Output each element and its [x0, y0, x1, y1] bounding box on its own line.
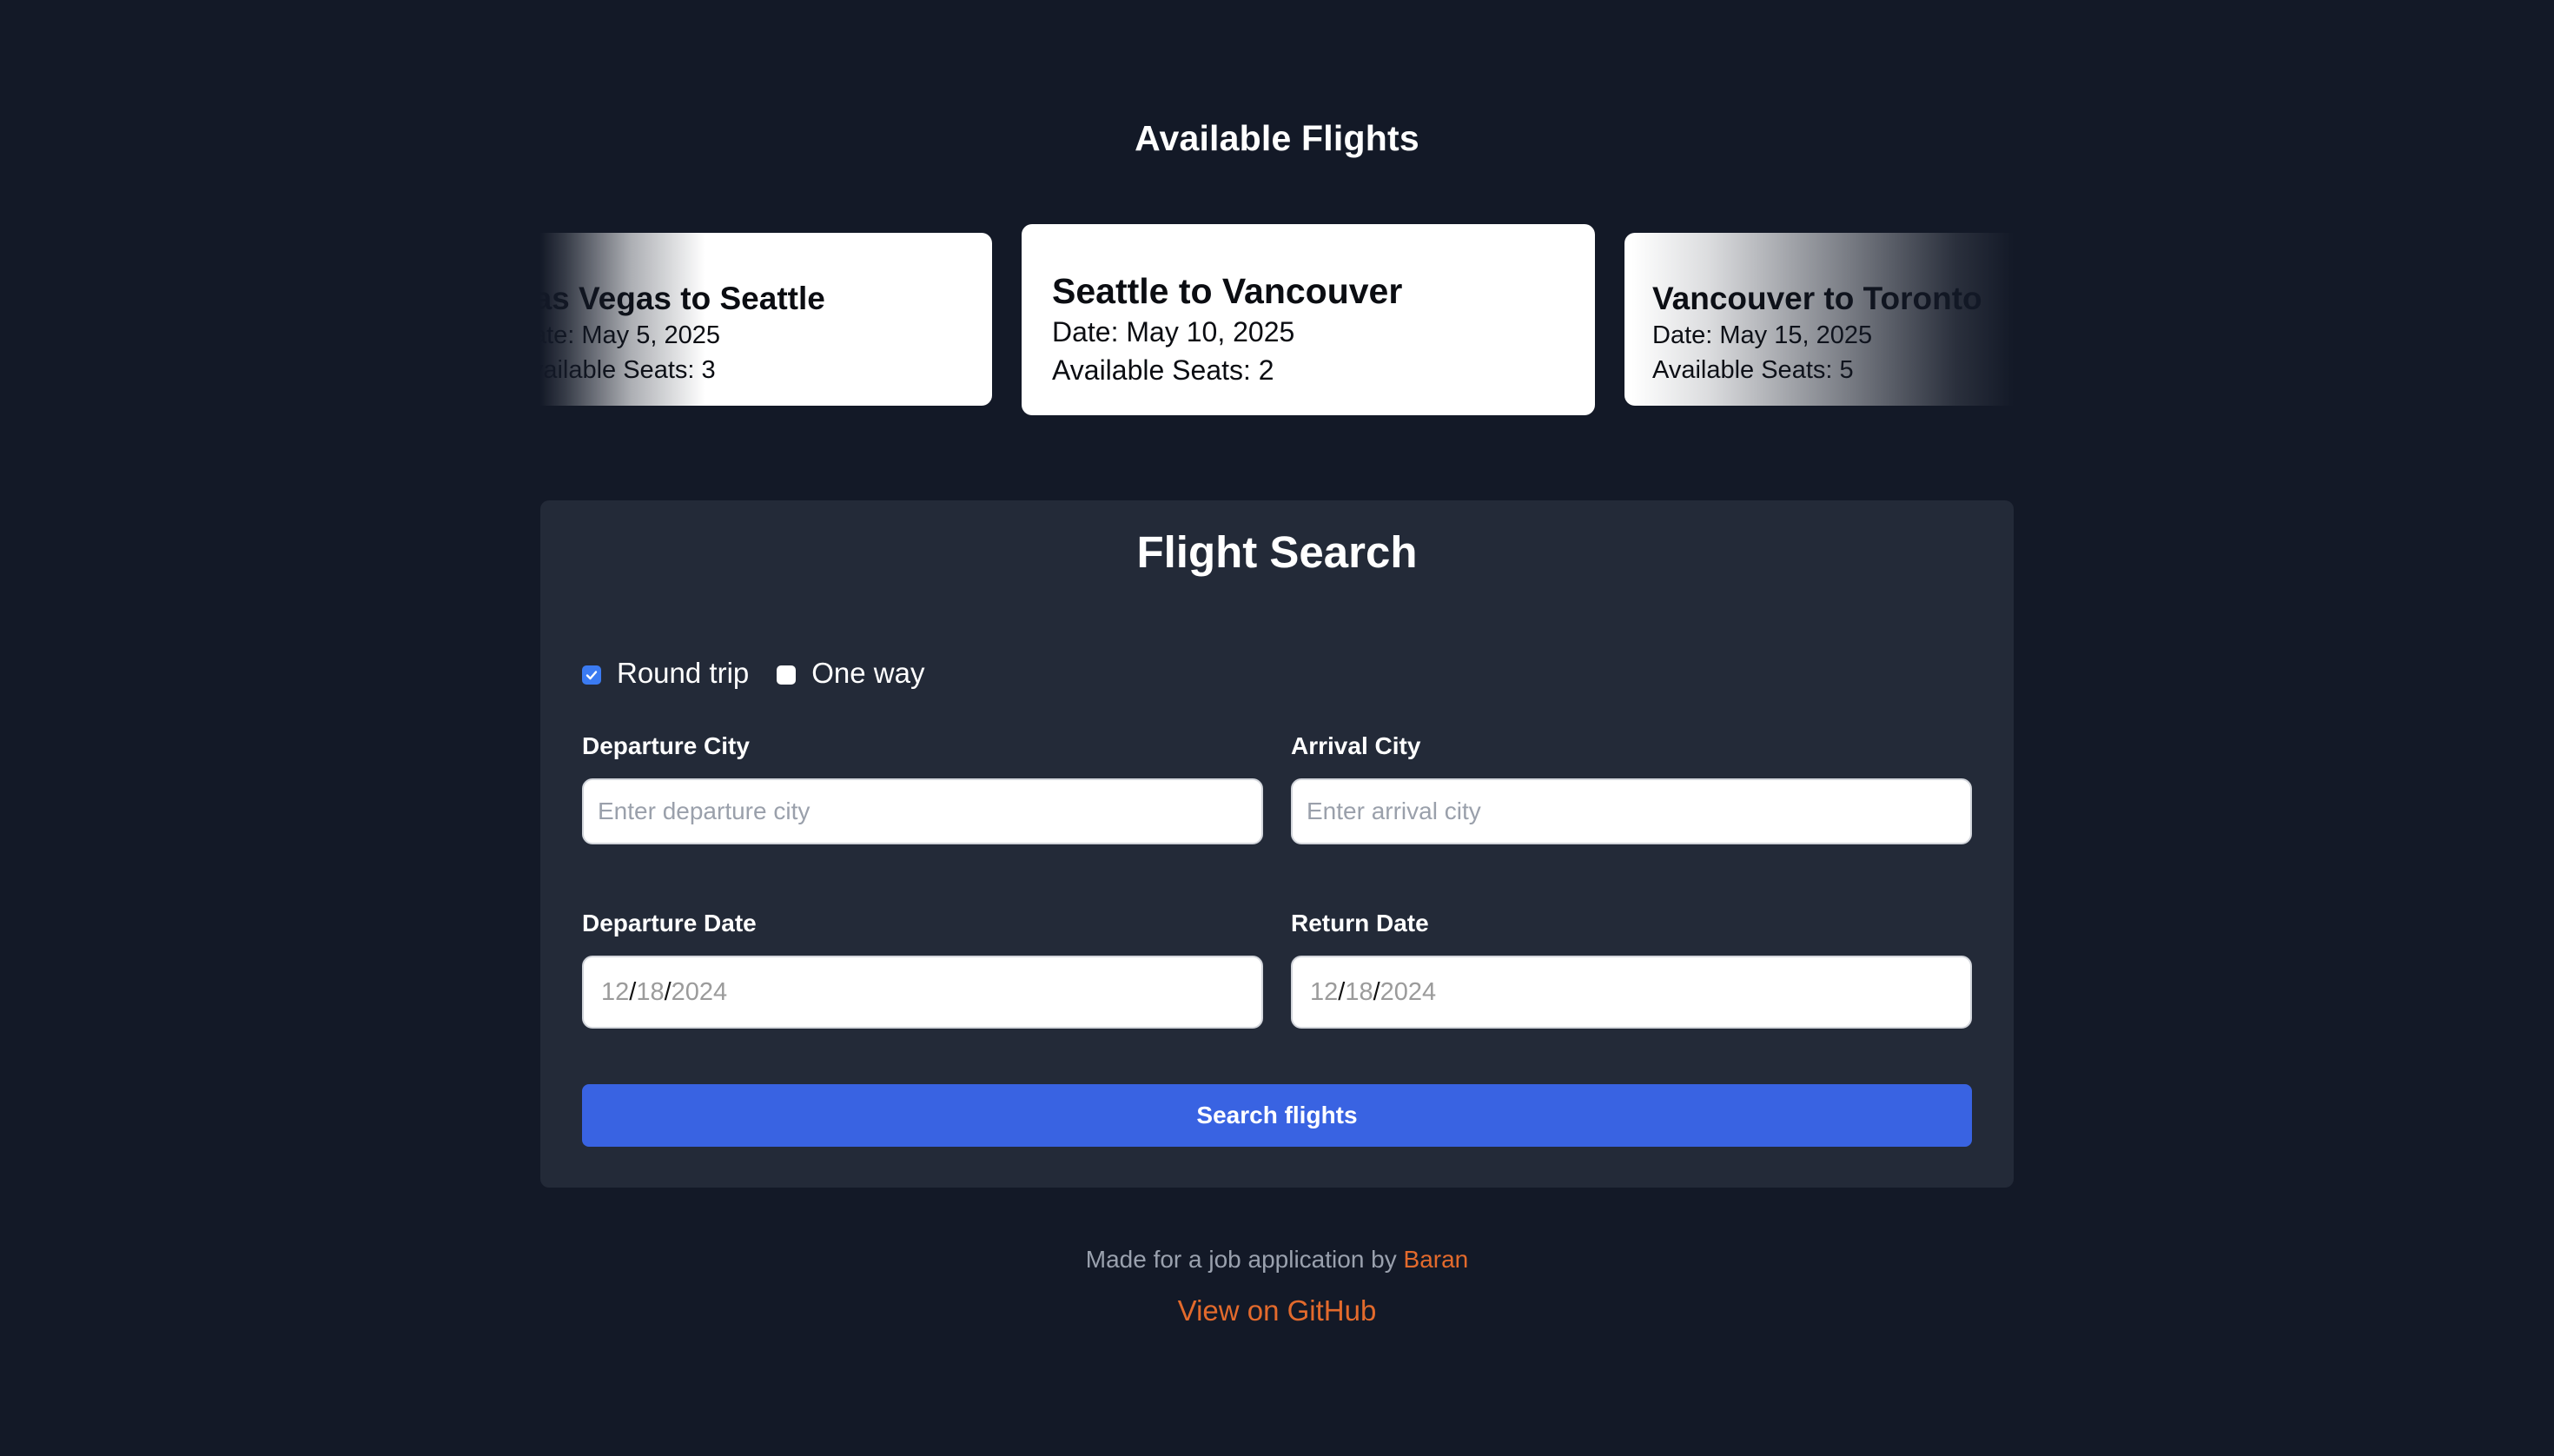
return-date-label: Return Date: [1291, 910, 1429, 936]
flight-card[interactable]: Las Vegas to Seattle Date: May 5, 2025 A…: [540, 233, 992, 406]
date-year[interactable]: 2024: [1380, 978, 1437, 1007]
flight-card-active[interactable]: Seattle to Vancouver Date: May 10, 2025 …: [1022, 224, 1595, 415]
footer-credit: Made for a job application by Baran: [0, 1246, 2554, 1274]
flight-card[interactable]: Vancouver to Toronto Date: May 15, 2025 …: [1624, 233, 2014, 406]
flight-seats: Available Seats: 5: [1652, 356, 1854, 384]
flight-date: Date: May 5, 2025: [540, 321, 720, 349]
arrival-city-label: Arrival City: [1291, 732, 1421, 759]
flight-search-form: Flight Search Round trip One way Departu…: [540, 500, 2014, 1188]
page: Available Flights Las Vegas to Seattle D…: [0, 0, 2554, 1456]
date-separator: /: [629, 977, 637, 1006]
date-separator: /: [664, 977, 672, 1006]
date-year[interactable]: 2024: [672, 978, 728, 1007]
round-trip-checkbox[interactable]: [582, 665, 601, 685]
flight-route: Las Vegas to Seattle: [540, 281, 825, 316]
flight-search-title: Flight Search: [1136, 527, 1418, 577]
flights-carousel[interactable]: Las Vegas to Seattle Date: May 5, 2025 A…: [540, 217, 2014, 422]
departure-date-label: Departure Date: [582, 910, 757, 936]
search-flights-button[interactable]: Search flights: [582, 1084, 1972, 1147]
trip-type-group: Round trip One way: [582, 657, 953, 690]
date-separator: /: [1338, 977, 1346, 1006]
flight-date: Date: May 15, 2025: [1652, 321, 1873, 349]
checkmark-icon: [586, 671, 598, 680]
one-way-label: One way: [811, 657, 925, 689]
flight-seats: Available Seats: 3: [540, 356, 716, 384]
departure-date-input[interactable]: 12 / 18 / 2024: [582, 956, 1263, 1029]
one-way-checkbox[interactable]: [777, 665, 797, 685]
date-separator: /: [1373, 977, 1380, 1006]
departure-city-label: Departure City: [582, 732, 750, 759]
author-link[interactable]: Baran: [1404, 1246, 1469, 1273]
flight-date: Date: May 10, 2025: [1052, 316, 1295, 347]
date-day[interactable]: 18: [636, 978, 664, 1007]
available-flights-heading: Available Flights: [1135, 118, 1419, 158]
flight-seats: Available Seats: 2: [1052, 354, 1274, 386]
github-link[interactable]: View on GitHub: [0, 1294, 2554, 1327]
date-month[interactable]: 12: [1310, 978, 1338, 1007]
one-way-option[interactable]: One way: [777, 657, 925, 690]
return-date-input[interactable]: 12 / 18 / 2024: [1291, 956, 1972, 1029]
round-trip-option[interactable]: Round trip: [582, 657, 749, 690]
round-trip-label: Round trip: [617, 657, 750, 689]
flight-route: Seattle to Vancouver: [1052, 271, 1403, 311]
date-month[interactable]: 12: [601, 978, 629, 1007]
date-day[interactable]: 18: [1345, 978, 1373, 1007]
arrival-city-input[interactable]: [1291, 778, 1972, 844]
departure-city-input[interactable]: [582, 778, 1263, 844]
flight-route: Vancouver to Toronto: [1652, 281, 1982, 316]
footer-credit-text: Made for a job application by: [1085, 1246, 1404, 1273]
